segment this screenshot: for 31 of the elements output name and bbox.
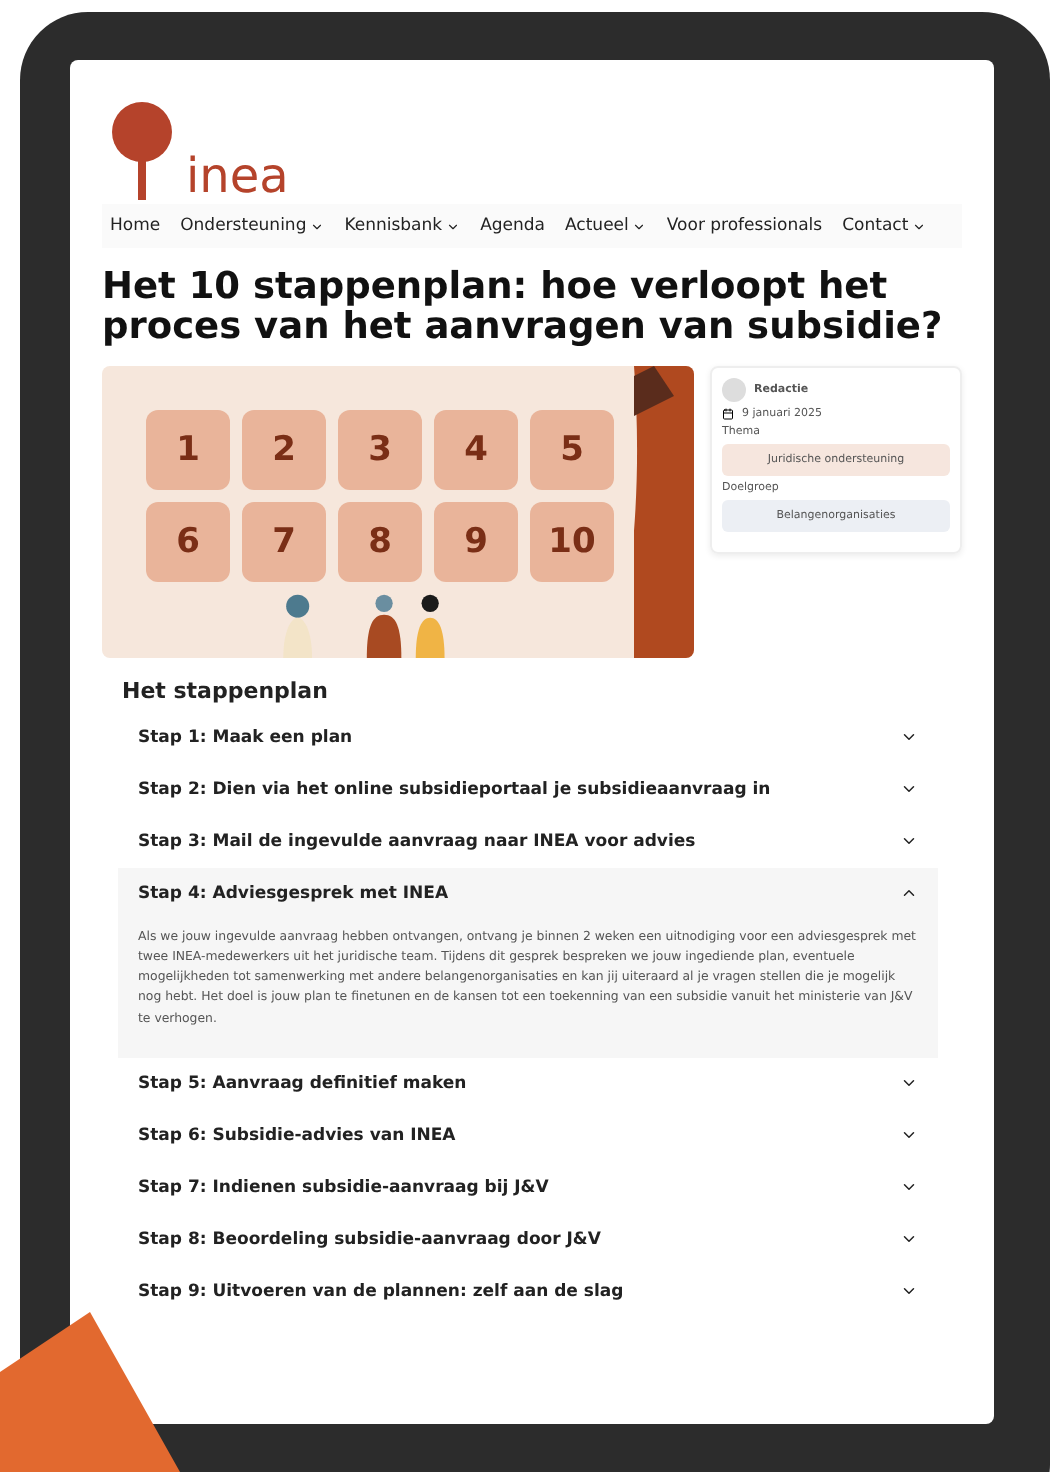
number-tile: 3 <box>338 409 422 490</box>
accordion-header[interactable]: Stap 7: Indienen subsidie-aanvraag bij J&V <box>118 1161 938 1214</box>
nav-link[interactable]: Voor professionals <box>666 216 823 236</box>
number-tile: 2 <box>242 409 326 490</box>
page-title: Het 10 stappenplan: hoe verloopt het proces van het aanvragen van subsidie? <box>102 268 945 350</box>
accordion-header[interactable]: Stap 9: Uitvoeren van de plannen: zelf aan de slag <box>118 1265 938 1318</box>
accordion-header[interactable]: Stap 5: Aanvraag definitief maken <box>118 1057 938 1110</box>
number-tile: 6 <box>146 501 230 582</box>
avatar-icon <box>722 377 746 402</box>
accordion-header[interactable]: Stap 4: Adviesgesprek met INEA <box>118 867 938 920</box>
accordion-header[interactable]: Stap 1: Maak een plan <box>118 711 938 764</box>
number-tile: 7 <box>242 501 326 582</box>
nav-link[interactable]: Actueel <box>565 216 647 236</box>
number-tile: 4 <box>434 409 518 490</box>
nav-link[interactable]: Contact <box>842 216 927 236</box>
nav-link[interactable]: Agenda <box>480 216 546 236</box>
accordion-header[interactable]: Stap 3: Mail de ingevulde aanvraag naar INEA voor advies <box>118 815 938 868</box>
number-tile: 5 <box>530 409 614 490</box>
logo-text: inea <box>186 152 289 200</box>
accordion-header[interactable]: Stap 2: Dien via het online subsidieportaal je subsidieaanvraag in <box>118 763 938 816</box>
number-tile: 8 <box>338 501 422 582</box>
nav-link[interactable]: Kennisbank <box>344 216 461 236</box>
accordion-header[interactable]: Stap 6: Subsidie-advies van INEA <box>118 1109 938 1162</box>
section-heading: Het stappenplan <box>122 677 330 704</box>
number-tile: 9 <box>434 501 518 582</box>
accordion-header[interactable]: Stap 8: Beoordeling subsidie-aanvraag door J&V <box>118 1213 938 1266</box>
nav-link[interactable]: Home <box>110 216 161 236</box>
number-tile: 10 <box>530 501 614 582</box>
nav-link[interactable]: Ondersteuning <box>180 216 325 236</box>
number-tile: 1 <box>146 409 230 490</box>
calendar-icon <box>722 407 734 420</box>
